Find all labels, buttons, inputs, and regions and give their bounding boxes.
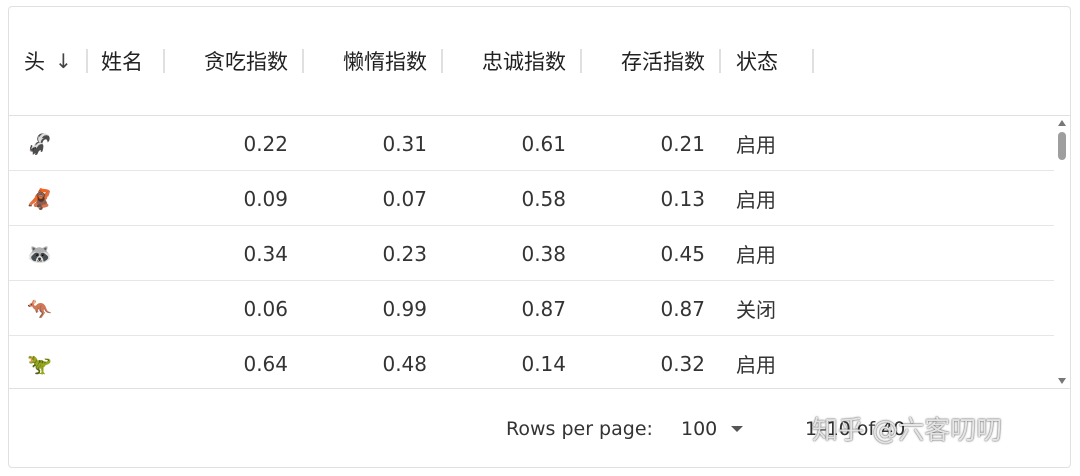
table-row[interactable]: 🦨 0.22 0.31 0.61 0.21 启用 [9, 116, 1054, 171]
column-header-greed-label: 贪吃指数 [204, 50, 288, 74]
table-row[interactable]: 🦝 0.34 0.23 0.38 0.45 启用 [9, 226, 1054, 281]
watermark: 知乎 @六客叨叨 [812, 416, 1003, 446]
cell-survival: 0.21 [660, 131, 705, 156]
scrollbar-thumb[interactable] [1058, 132, 1066, 160]
column-separator[interactable] [86, 49, 88, 73]
t-rex-icon: 🦖 [27, 351, 52, 376]
cell-loyalty: 0.87 [521, 296, 566, 321]
column-header-laziness-label: 懒惰指数 [343, 50, 427, 74]
cell-laziness: 0.48 [382, 351, 427, 376]
table-row[interactable]: 🦧 0.09 0.07 0.58 0.13 启用 [9, 171, 1054, 226]
cell-laziness: 0.31 [382, 131, 427, 156]
cell-greed: 0.09 [243, 186, 288, 211]
scroll-up-arrow-icon[interactable] [1058, 120, 1066, 126]
cell-laziness: 0.99 [382, 296, 427, 321]
rows-per-page-select[interactable]: 100 [681, 389, 744, 468]
data-grid: 头 ↓ 姓名 贪吃指数 懒惰指数 忠诚指数 存活指数 状态 🦨 0.22 0.3… [8, 6, 1071, 468]
column-header-survival-label: 存活指数 [621, 50, 705, 74]
skunk-icon: 🦨 [27, 131, 52, 156]
cell-greed: 0.06 [243, 296, 288, 321]
column-header-laziness[interactable]: 懒惰指数 [309, 7, 427, 115]
column-separator[interactable] [719, 49, 721, 73]
column-header-status-label: 状态 [736, 50, 778, 74]
kangaroo-icon: 🦘 [27, 296, 52, 321]
cell-loyalty: 0.38 [521, 241, 566, 266]
cell-survival: 0.45 [660, 241, 705, 266]
cell-loyalty: 0.14 [521, 351, 566, 376]
column-separator[interactable] [441, 49, 443, 73]
cell-survival: 0.87 [660, 296, 705, 321]
orangutan-icon: 🦧 [27, 186, 52, 211]
grid-header: 头 ↓ 姓名 贪吃指数 懒惰指数 忠诚指数 存活指数 状态 [9, 7, 1070, 116]
cell-status: 启用 [736, 188, 776, 212]
column-header-loyalty-label: 忠诚指数 [482, 50, 566, 74]
column-header-loyalty[interactable]: 忠诚指数 [449, 7, 566, 115]
scroll-down-arrow-icon[interactable] [1058, 378, 1066, 384]
rows-per-page-value: 100 [681, 417, 718, 440]
column-header-greed[interactable]: 贪吃指数 [169, 7, 288, 115]
cell-loyalty: 0.58 [521, 186, 566, 211]
cell-laziness: 0.23 [382, 241, 427, 266]
cell-status: 关闭 [736, 298, 776, 322]
column-separator[interactable] [163, 49, 165, 73]
cell-survival: 0.13 [660, 186, 705, 211]
table-row[interactable]: 🦘 0.06 0.99 0.87 0.87 关闭 [9, 281, 1054, 336]
cell-greed: 0.22 [243, 131, 288, 156]
caret-down-icon[interactable] [731, 425, 744, 432]
sort-descending-icon[interactable]: ↓ [55, 49, 72, 73]
column-header-avatar-label: 头 [24, 50, 45, 74]
cell-status: 启用 [736, 243, 776, 267]
column-separator[interactable] [580, 49, 582, 73]
column-header-name-label: 姓名 [101, 50, 143, 74]
column-header-avatar[interactable]: 头 ↓ [24, 7, 86, 115]
cell-status: 启用 [736, 133, 776, 157]
raccoon-icon: 🦝 [27, 241, 52, 266]
column-header-survival[interactable]: 存活指数 [587, 7, 705, 115]
grid-body: 🦨 0.22 0.31 0.61 0.21 启用 🦧 0.09 0.07 0.5… [9, 116, 1054, 388]
column-header-status[interactable]: 状态 [736, 7, 806, 115]
cell-survival: 0.32 [660, 351, 705, 376]
cell-greed: 0.34 [243, 241, 288, 266]
cell-loyalty: 0.61 [521, 131, 566, 156]
column-separator[interactable] [812, 49, 814, 73]
cell-greed: 0.64 [243, 351, 288, 376]
rows-per-page-label: Rows per page: [506, 417, 653, 440]
column-header-name[interactable]: 姓名 [101, 7, 161, 115]
vertical-scrollbar[interactable] [1055, 116, 1069, 388]
table-row[interactable]: 🦖 0.64 0.48 0.14 0.32 启用 [9, 336, 1054, 388]
cell-status: 启用 [736, 353, 776, 377]
column-separator[interactable] [302, 49, 304, 73]
cell-laziness: 0.07 [382, 186, 427, 211]
